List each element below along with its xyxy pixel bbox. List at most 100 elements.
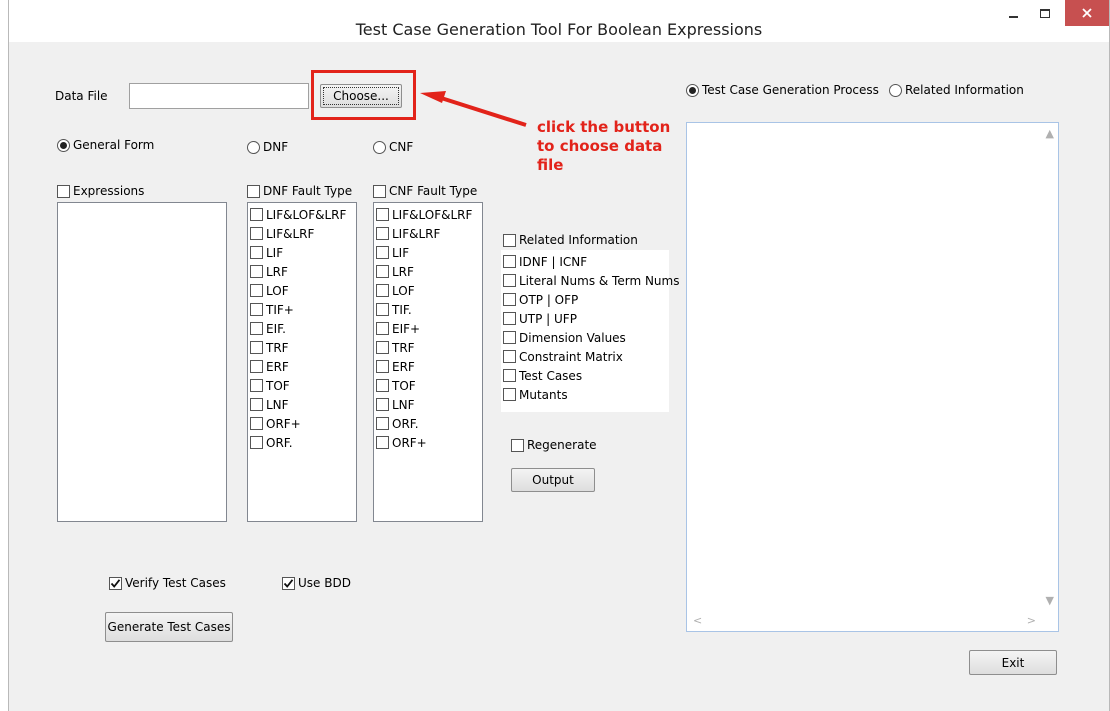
cnf-radio[interactable]: CNF [373, 140, 413, 154]
related-info-view-radio[interactable]: Related Information [889, 83, 1024, 97]
checkbox-square [376, 208, 389, 221]
dnf-fault-item-label: LNF [266, 397, 289, 412]
cnf-fault-item-label: TOF [392, 378, 416, 393]
expressions-listbox[interactable] [57, 202, 227, 522]
dnf-fault-item[interactable]: TRF [250, 338, 346, 357]
cnf-fault-item[interactable]: LOF [376, 281, 472, 300]
checkbox-square [503, 388, 516, 401]
checkbox-square [250, 398, 263, 411]
dnf-radio[interactable]: DNF [247, 140, 288, 154]
test-case-process-label: Test Case Generation Process [702, 83, 879, 97]
checkbox-square [376, 284, 389, 297]
related-info-item[interactable]: Constraint Matrix [503, 347, 679, 366]
output-button[interactable]: Output [511, 468, 595, 492]
dnf-label: DNF [263, 140, 289, 154]
general-form-radio[interactable]: General Form [57, 138, 154, 152]
dnf-fault-item[interactable]: LIF [250, 243, 346, 262]
process-output-textarea[interactable]: ▲ ▼ < > [686, 122, 1059, 632]
scroll-right-icon[interactable]: > [1027, 614, 1036, 627]
checkbox-square [376, 417, 389, 430]
close-button[interactable] [1065, 0, 1109, 26]
checkbox-square [109, 576, 122, 590]
checkbox-square [503, 274, 516, 287]
cnf-fault-item[interactable]: ORF. [376, 414, 472, 433]
related-info-item[interactable]: Test Cases [503, 366, 679, 385]
checkbox-square [503, 255, 516, 268]
checkbox-square [503, 293, 516, 306]
cnf-fault-item[interactable]: TIF. [376, 300, 472, 319]
maximize-button[interactable] [1031, 0, 1059, 26]
checkbox-square [376, 322, 389, 335]
dnf-fault-item[interactable]: LRF [250, 262, 346, 281]
generate-test-cases-button[interactable]: Generate Test Cases [105, 612, 233, 642]
maximize-icon [1040, 8, 1050, 18]
regenerate-checkbox[interactable]: Regenerate [511, 438, 597, 452]
use-bdd-label: Use BDD [298, 576, 351, 590]
minimize-button[interactable] [999, 0, 1027, 26]
radio-circle [247, 140, 260, 154]
radio-circle [57, 138, 70, 152]
use-bdd-checkbox[interactable]: Use BDD [282, 576, 351, 590]
checkbox-square [250, 284, 263, 297]
dnf-fault-item[interactable]: LOF [250, 281, 346, 300]
title-bar: Test Case Generation Tool For Boolean Ex… [9, 0, 1109, 42]
checkmark-icon [110, 578, 121, 588]
cnf-fault-item[interactable]: TOF [376, 376, 472, 395]
test-case-process-radio[interactable]: Test Case Generation Process [686, 83, 879, 97]
dnf-fault-item[interactable]: EIF. [250, 319, 346, 338]
cnf-fault-item[interactable]: LIF&LOF&LRF [376, 205, 472, 224]
cnf-fault-item[interactable]: TRF [376, 338, 472, 357]
cnf-fault-item[interactable]: LIF [376, 243, 472, 262]
related-info-item[interactable]: Dimension Values [503, 328, 679, 347]
verify-test-cases-checkbox[interactable]: Verify Test Cases [109, 576, 226, 590]
related-info-item[interactable]: IDNF | ICNF [503, 252, 679, 271]
dnf-fault-listbox[interactable]: LIF&LOF&LRF LIF&LRF LIF LRF LOF TIF+ EIF… [247, 202, 357, 522]
dnf-fault-item[interactable]: TOF [250, 376, 346, 395]
annotation-line1: click the button [537, 118, 671, 136]
cnf-fault-item[interactable]: LRF [376, 262, 472, 281]
cnf-fault-item-label: LRF [392, 264, 414, 279]
cnf-fault-item[interactable]: LNF [376, 395, 472, 414]
scroll-left-icon[interactable]: < [693, 614, 702, 627]
cnf-fault-item[interactable]: EIF+ [376, 319, 472, 338]
cnf-fault-item-label: LIF [392, 245, 410, 260]
related-info-item[interactable]: UTP | UFP [503, 309, 679, 328]
related-info-item-label: Dimension Values [519, 330, 626, 345]
checkbox-square [250, 436, 263, 449]
cnf-fault-item[interactable]: LIF&LRF [376, 224, 472, 243]
dnf-fault-item[interactable]: ERF [250, 357, 346, 376]
dnf-fault-item[interactable]: TIF+ [250, 300, 346, 319]
checkbox-square [250, 227, 263, 240]
dnf-fault-item-label: ORF. [266, 435, 293, 450]
dnf-fault-item[interactable]: ORF. [250, 433, 346, 452]
cnf-fault-type-checkbox[interactable]: CNF Fault Type [373, 184, 477, 198]
dnf-fault-item[interactable]: LIF&LOF&LRF [250, 205, 346, 224]
dnf-fault-item[interactable]: LNF [250, 395, 346, 414]
checkbox-square [503, 331, 516, 344]
cnf-fault-type-label: CNF Fault Type [389, 184, 478, 198]
checkbox-square [376, 360, 389, 373]
dnf-fault-item[interactable]: LIF&LRF [250, 224, 346, 243]
checkmark-icon [283, 578, 294, 588]
cnf-fault-item-label: LOF [392, 283, 415, 298]
related-info-item[interactable]: OTP | OFP [503, 290, 679, 309]
related-info-item-label: Constraint Matrix [519, 349, 623, 364]
exit-button[interactable]: Exit [969, 650, 1057, 675]
dnf-fault-item-label: TIF+ [266, 302, 294, 317]
related-info-item[interactable]: Literal Nums & Term Nums [503, 271, 679, 290]
related-info-list[interactable]: IDNF | ICNF Literal Nums & Term Nums OTP… [501, 250, 679, 412]
scroll-down-icon[interactable]: ▼ [1046, 594, 1054, 607]
expressions-checkbox[interactable]: Expressions [57, 184, 144, 198]
dnf-fault-item[interactable]: ORF+ [250, 414, 346, 433]
related-info-item[interactable]: Mutants [503, 385, 679, 404]
cnf-fault-listbox[interactable]: LIF&LOF&LRF LIF&LRF LIF LRF LOF TIF. EIF… [373, 202, 483, 522]
related-info-checkbox[interactable]: Related Information [503, 233, 638, 247]
cnf-fault-item-label: LIF&LOF&LRF [392, 207, 473, 222]
checkbox-square [503, 233, 516, 247]
cnf-fault-item[interactable]: ORF+ [376, 433, 472, 452]
data-file-input[interactable] [129, 83, 309, 109]
cnf-fault-item[interactable]: ERF [376, 357, 472, 376]
cnf-fault-item-label: TRF [392, 340, 415, 355]
scroll-up-icon[interactable]: ▲ [1046, 127, 1054, 140]
dnf-fault-type-checkbox[interactable]: DNF Fault Type [247, 184, 352, 198]
